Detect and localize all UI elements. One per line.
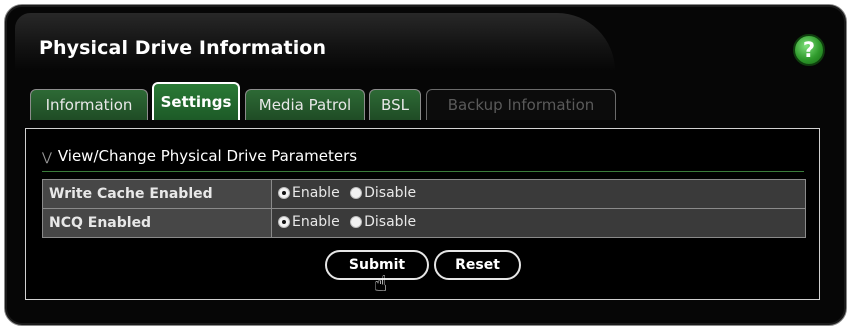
tab-bsl[interactable]: BSL [369, 89, 421, 120]
param-label: NCQ Enabled [42, 208, 272, 238]
radio-checked-icon[interactable] [278, 187, 290, 199]
tab-backup-information: Backup Information [426, 89, 616, 120]
help-icon[interactable]: ? [793, 34, 825, 66]
tab-settings[interactable]: Settings [152, 82, 240, 120]
radio-unchecked-icon[interactable] [350, 216, 363, 228]
tab-information[interactable]: Information [30, 89, 148, 120]
radio-unchecked-icon[interactable] [350, 187, 363, 199]
section-title: View/Change Physical Drive Parameters [57, 147, 358, 165]
param-value: Enable Disable [271, 179, 806, 209]
reset-button[interactable]: Reset [434, 250, 521, 280]
parameters-table: Write Cache Enabled Enable Disable NCQ E… [42, 179, 806, 238]
ncq-disable-option[interactable]: Disable [350, 214, 416, 230]
param-label: Write Cache Enabled [42, 179, 272, 209]
table-row: Write Cache Enabled Enable Disable [42, 179, 806, 209]
ncq-enable-option[interactable]: Enable [278, 214, 340, 230]
tab-media-patrol[interactable]: Media Patrol [245, 89, 365, 120]
write-cache-disable-option[interactable]: Disable [350, 185, 416, 201]
double-chevron-down-icon: ⋁ [42, 150, 52, 164]
radio-checked-icon[interactable] [278, 216, 290, 228]
hand-cursor-icon: ☝ [374, 272, 388, 297]
param-value: Enable Disable [271, 208, 806, 238]
option-label: Enable [292, 185, 340, 201]
table-row: NCQ Enabled Enable Disable [42, 208, 806, 238]
option-label: Disable [364, 214, 417, 230]
window-title: Physical Drive Information [39, 37, 327, 59]
option-label: Enable [292, 214, 340, 230]
section-header[interactable]: ⋁ View/Change Physical Drive Parameters [42, 147, 804, 172]
option-label: Disable [364, 185, 417, 201]
write-cache-enable-option[interactable]: Enable [278, 185, 340, 201]
